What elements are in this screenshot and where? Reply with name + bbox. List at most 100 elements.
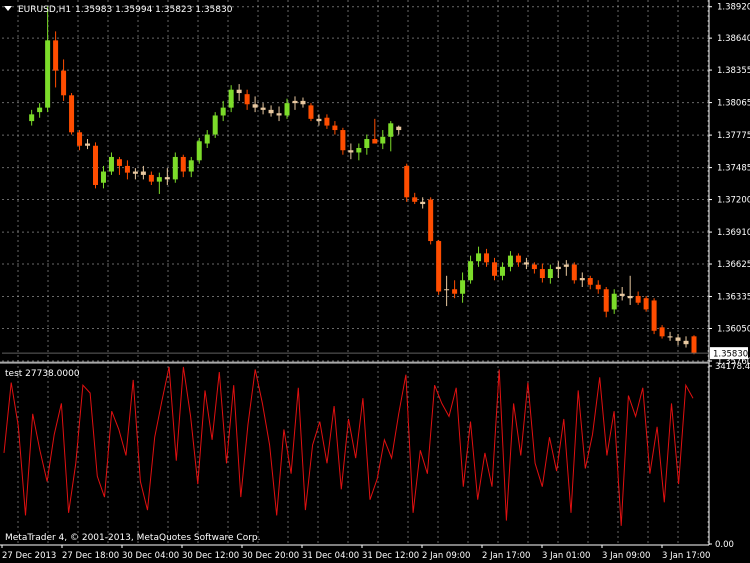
candle: [404, 163, 410, 202]
candle-body: [523, 262, 529, 265]
candle-body: [555, 266, 561, 270]
candle-body: [603, 289, 609, 312]
candle: [196, 137, 202, 164]
y-tick-label: 1.36625: [717, 260, 750, 270]
candle-body: [484, 253, 490, 263]
candle-body: [436, 241, 442, 292]
candle-body: [324, 117, 330, 126]
candle-body: [236, 89, 242, 94]
candle-body: [420, 201, 426, 205]
candle-body: [444, 289, 450, 291]
candle-body: [667, 336, 673, 338]
candle-body: [172, 156, 178, 180]
candle-body: [284, 103, 290, 116]
candle-body: [188, 160, 194, 172]
candle-body: [220, 107, 226, 116]
candle-body: [587, 278, 593, 285]
candle-body: [428, 199, 434, 242]
candle-body: [29, 114, 35, 122]
candle-body: [675, 337, 681, 341]
candle: [651, 298, 657, 335]
candle: [436, 239, 442, 295]
candle-body: [396, 126, 402, 131]
y-tick-label: 1.36335: [717, 293, 750, 303]
candle-body: [356, 147, 362, 153]
candle-body: [61, 70, 67, 96]
x-tick-label: 30 Dec 20:00: [242, 551, 299, 561]
candle-body: [316, 118, 322, 122]
y-tick-label: 1.38920: [717, 3, 750, 13]
candle-body: [212, 115, 218, 135]
candle-body: [380, 136, 386, 144]
candle-body: [611, 293, 617, 310]
x-tick-label: 3 Jan 09:00: [602, 551, 650, 561]
candle-body: [531, 264, 537, 270]
candle-body: [132, 171, 138, 174]
x-tick-label: 30 Dec 12:00: [182, 551, 239, 561]
candle-body: [308, 105, 314, 119]
candle-body: [148, 174, 154, 182]
y-tick-label: 1.38640: [717, 34, 750, 44]
candle-body: [388, 123, 394, 137]
candle-body: [268, 109, 274, 114]
x-tick-label: 2 Jan 09:00: [422, 551, 470, 561]
x-tick-label: 31 Dec 12:00: [362, 551, 419, 561]
candle-body: [571, 264, 577, 281]
candle-body: [164, 177, 170, 180]
candle-body: [108, 156, 114, 172]
candle: [69, 93, 75, 135]
candle-body: [643, 298, 649, 310]
candle-body: [45, 40, 51, 108]
current-price-label: 1.35830: [713, 350, 748, 360]
indicator-label: test 27738.0000: [5, 369, 80, 379]
candle-body: [452, 289, 458, 294]
candle: [643, 295, 649, 312]
candle-body: [627, 295, 633, 299]
ind-y-tick-label: 34178.45: [715, 362, 750, 372]
x-tick-label: 27 Dec 2013: [2, 551, 56, 561]
x-tick-label: 2 Jan 17:00: [482, 551, 530, 561]
candle-body: [77, 132, 83, 146]
y-tick-label: 1.36050: [717, 324, 750, 334]
candle-body: [37, 107, 43, 113]
y-tick-label: 1.36910: [717, 228, 750, 238]
x-tick-label: 30 Dec 04:00: [122, 551, 179, 561]
candle-body: [180, 156, 186, 172]
candle-body: [691, 336, 697, 354]
candle: [428, 197, 434, 245]
candle-body: [499, 266, 505, 276]
candle-body: [507, 255, 513, 267]
candle: [308, 103, 314, 122]
copyright-text: MetaTrader 4, © 2001-2013, MetaQuotes So…: [5, 533, 261, 543]
candle: [691, 335, 697, 355]
candle-body: [651, 300, 657, 331]
symbol-label: EURUSD,H1: [18, 5, 71, 15]
candle-body: [85, 143, 91, 146]
y-tick-label: 1.38065: [717, 99, 750, 109]
y-tick-label: 1.37775: [717, 131, 750, 141]
candle-body: [579, 278, 585, 281]
candle-body: [372, 139, 378, 144]
chart-window: 1.38920 1.38640 1.38355 1.38065 1.37775 1.374…: [0, 0, 750, 563]
x-tick-label: 27 Dec 18:00: [62, 551, 119, 561]
candle-body: [252, 104, 258, 108]
candle-body: [476, 253, 482, 262]
candle-body: [412, 197, 418, 202]
candle-body: [292, 100, 298, 104]
candle-body: [492, 262, 497, 276]
candle-body: [53, 40, 59, 71]
candle-body: [156, 177, 162, 182]
candle-body: [196, 141, 202, 161]
chart-background: [0, 0, 750, 563]
candle-body: [228, 89, 234, 108]
candle-body: [460, 280, 466, 294]
candle: [172, 152, 178, 183]
candle-body: [635, 295, 641, 303]
candle-body: [595, 284, 601, 290]
candle-body: [348, 150, 354, 153]
x-tick-label: 3 Jan 17:00: [662, 551, 710, 561]
candle-body: [404, 165, 410, 198]
y-tick-label: 1.37485: [717, 164, 750, 174]
candle-body: [547, 269, 553, 279]
candle: [212, 112, 218, 138]
